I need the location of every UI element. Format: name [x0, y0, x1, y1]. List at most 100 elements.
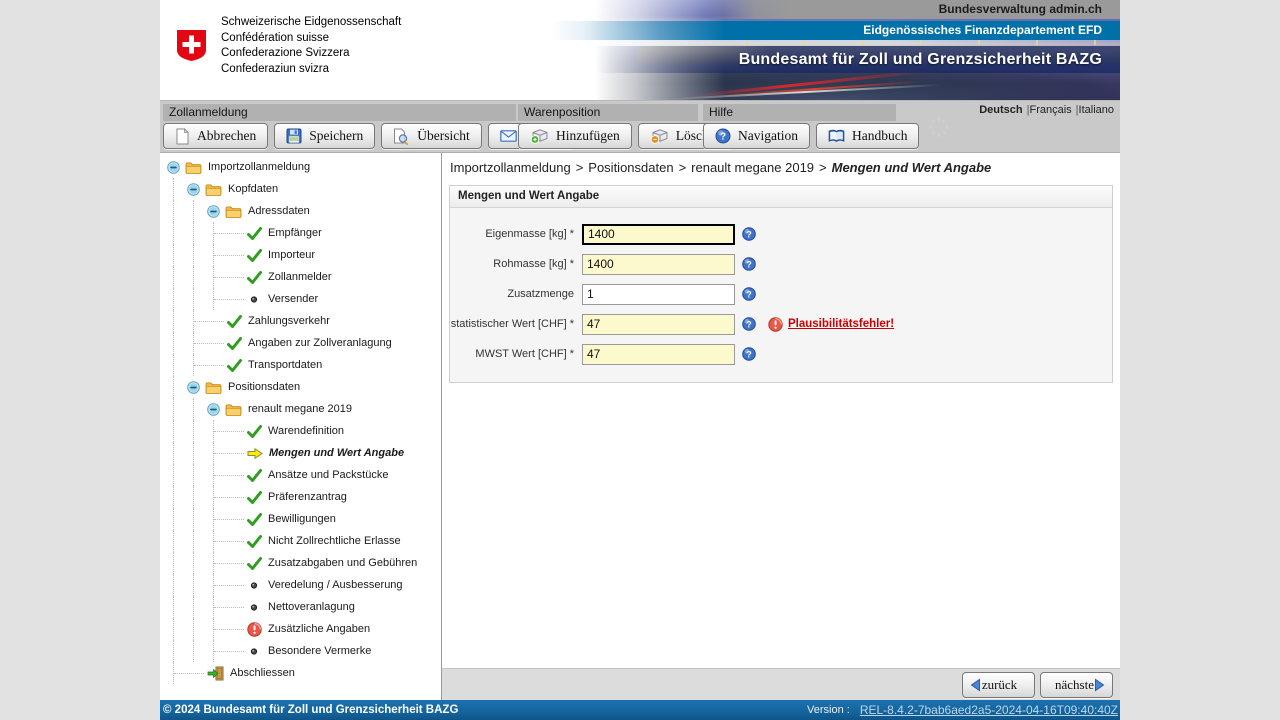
- mwst-wert-input[interactable]: [582, 343, 735, 365]
- tree-item[interactable]: Importzollanmeldung: [160, 156, 441, 178]
- tree-guide-line: [214, 651, 244, 652]
- breadcrumb-item[interactable]: Importzollanmeldung: [450, 160, 571, 175]
- help-icon[interactable]: ?: [742, 287, 756, 301]
- logo-text: Schweizerische Eidgenossenschaft Confédé…: [221, 14, 401, 77]
- tree-guide-line: [173, 200, 174, 222]
- tree-item[interactable]: Versender: [160, 288, 441, 310]
- check-icon: [247, 248, 262, 262]
- tree-guide-line: [193, 618, 194, 640]
- tree-item[interactable]: Transportdaten: [160, 354, 441, 376]
- eigenmasse-label: Eigenmasse [kg] *: [485, 228, 574, 240]
- tree-item[interactable]: Positionsdaten: [160, 376, 441, 398]
- check-icon: [227, 358, 242, 372]
- button-label: Handbuch: [852, 128, 908, 143]
- breadcrumb-separator: >: [819, 160, 827, 175]
- tree-guide-line: [173, 376, 174, 398]
- tree-item[interactable]: Zahlungsverkehr: [160, 310, 441, 332]
- tree-item-label: Veredelung / Ausbesserung: [268, 579, 403, 591]
- save-floppy-icon: [286, 128, 302, 144]
- logo-line: Confederaziun svizra: [221, 62, 330, 75]
- handbook-button[interactable]: Handbuch: [816, 123, 920, 149]
- tree-item[interactable]: Bewilligungen: [160, 508, 441, 530]
- form-row: statistischer Wert [CHF] *? Plausibilität…: [450, 309, 1112, 339]
- tree-item-label: Kopfdaten: [228, 183, 279, 195]
- language-français[interactable]: Français: [1029, 104, 1071, 116]
- toolbar-group: Zollanmeldung Abbrechen Speichern Übersicht…: [163, 104, 576, 149]
- tree-item[interactable]: Veredelung / Ausbesserung: [160, 574, 441, 596]
- zusatzmenge-input[interactable]: [582, 283, 735, 305]
- tree-guide-line: [193, 574, 194, 596]
- language-italiano[interactable]: Italiano: [1079, 104, 1114, 116]
- tree-item[interactable]: Besondere Vermerke: [160, 640, 441, 662]
- tree-guide-line: [193, 200, 194, 222]
- tree-item[interactable]: Empfänger: [160, 222, 441, 244]
- check-icon: [227, 314, 242, 328]
- overview-button[interactable]: Übersicht: [381, 123, 482, 149]
- tree-guide-line: [193, 244, 194, 266]
- tree-item[interactable]: Ansätze und Packstücke: [160, 464, 441, 486]
- tree-item[interactable]: Angaben zur Zollveranlagung: [160, 332, 441, 354]
- tree-item[interactable]: Präferenzantrag: [160, 486, 441, 508]
- tree-guide-line: [173, 288, 174, 310]
- minus-circle-icon[interactable]: [187, 380, 200, 394]
- admin-bar-label[interactable]: Bundesverwaltung admin.ch: [939, 2, 1102, 16]
- tree-guide-line: [173, 332, 174, 354]
- tree-item[interactable]: Zusätzliche Angaben: [160, 618, 441, 640]
- breadcrumb-item[interactable]: Positionsdaten: [588, 160, 673, 175]
- tree-item-label: Positionsdaten: [228, 381, 301, 393]
- tree-guide-line: [193, 464, 194, 486]
- tree-item[interactable]: Kopfdaten: [160, 178, 441, 200]
- plausibility-error-link[interactable]: Plausibilitätsfehler!: [788, 318, 894, 330]
- tree-item[interactable]: Adressdaten: [160, 200, 441, 222]
- language-deutsch[interactable]: Deutsch: [979, 104, 1022, 116]
- department-label[interactable]: Eidgenössisches Finanzdepartement EFD: [863, 23, 1102, 37]
- tree-item[interactable]: Zusatzabgaben und Gebühren: [160, 552, 441, 574]
- minus-circle-icon[interactable]: [167, 160, 180, 174]
- minus-circle-icon[interactable]: [207, 204, 220, 218]
- tree-item[interactable]: Importeur: [160, 244, 441, 266]
- tree-guide-line: [214, 299, 244, 300]
- version-link[interactable]: REL-8.4.2-7bab6aed2a5-2024-04-16T09:40:4…: [860, 703, 1118, 717]
- help-icon[interactable]: ?: [742, 317, 756, 331]
- toolbar: Zollanmeldung Abbrechen Speichern Übersicht…: [160, 101, 1120, 153]
- tree-guide-line: [194, 343, 224, 344]
- minus-circle-icon[interactable]: [187, 182, 200, 196]
- tree-guide-line: [173, 486, 174, 508]
- error-icon: [768, 316, 783, 332]
- cancel-button[interactable]: Abbrechen: [163, 123, 269, 149]
- language-switcher: Deutsch |Français |Italiano: [979, 104, 1114, 116]
- folder-icon: [225, 403, 242, 416]
- help-icon[interactable]: ?: [742, 227, 756, 241]
- handbook-book-icon: [828, 129, 845, 143]
- tree-guide-line: [193, 266, 194, 288]
- navigation-button[interactable]: ? Navigation: [703, 123, 810, 149]
- statistischer-wert-input[interactable]: [582, 313, 735, 335]
- tree-item[interactable]: Nettoveranlagung: [160, 596, 441, 618]
- next-button[interactable]: nächste: [1040, 671, 1113, 698]
- back-button[interactable]: zurück: [962, 671, 1035, 698]
- tree-item[interactable]: Mengen und Wert Angabe: [160, 442, 441, 464]
- tree-item[interactable]: Nicht Zollrechtliche Erlasse: [160, 530, 441, 552]
- breadcrumb-item[interactable]: renault megane 2019: [691, 160, 814, 175]
- rohmasse-input[interactable]: [582, 253, 735, 275]
- tree-item[interactable]: Abschliessen: [160, 662, 441, 684]
- check-icon: [247, 226, 262, 240]
- minus-circle-icon[interactable]: [207, 402, 220, 416]
- admin-bar: Bundesverwaltung admin.ch: [595, 0, 1120, 19]
- help-icon[interactable]: ?: [742, 257, 756, 271]
- toolbar-group-label: Hilfe: [703, 104, 896, 121]
- toolbar-group-label: Zollanmeldung: [163, 104, 516, 121]
- tree-item-label: Warendefinition: [268, 425, 345, 437]
- tree-guide-line: [214, 277, 244, 278]
- add-button[interactable]: Hinzufügen: [518, 123, 632, 149]
- tree-item[interactable]: renault megane 2019: [160, 398, 441, 420]
- save-button[interactable]: Speichern: [274, 123, 376, 149]
- tree-item[interactable]: Warendefinition: [160, 420, 441, 442]
- eigenmasse-input[interactable]: [582, 223, 735, 245]
- help-icon[interactable]: ?: [742, 347, 756, 361]
- tree-guide-line: [214, 431, 244, 432]
- form-row: Zusatzmenge?: [450, 279, 1112, 309]
- tree-item[interactable]: Zollanmelder: [160, 266, 441, 288]
- check-icon: [227, 336, 242, 350]
- mwst-wert-label: MWST Wert [CHF] *: [475, 348, 574, 360]
